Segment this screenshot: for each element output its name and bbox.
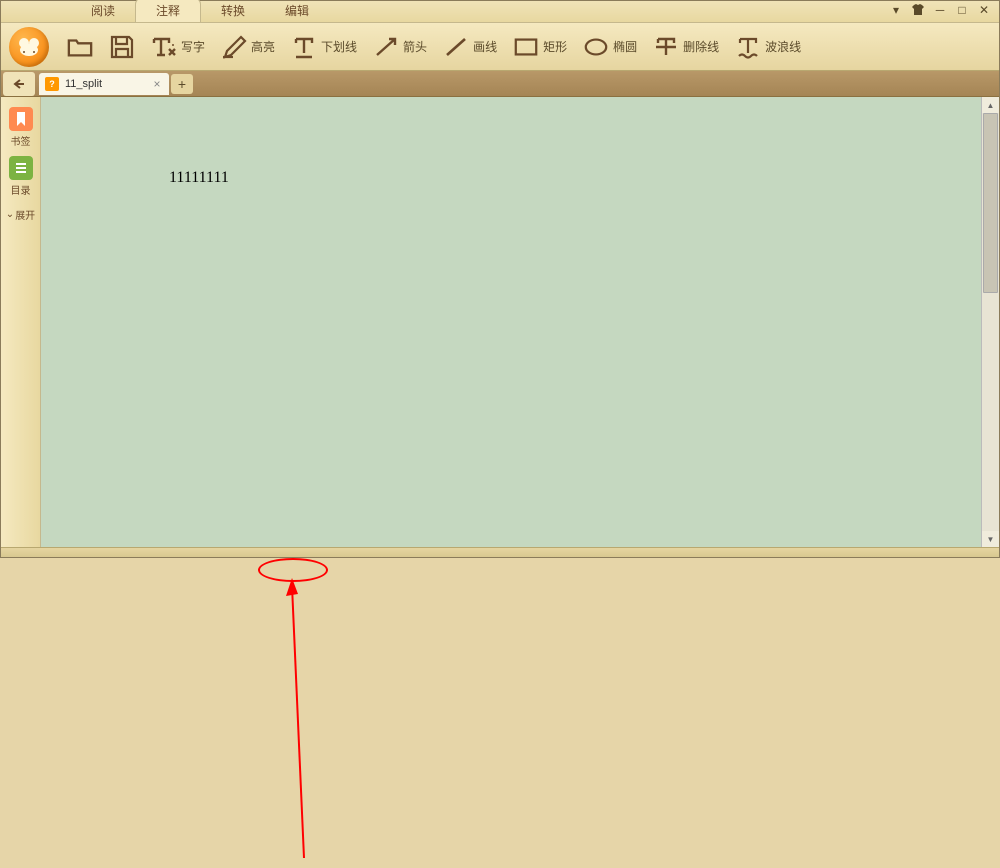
maximize-button[interactable]: □ — [955, 3, 969, 17]
save-icon — [109, 34, 135, 60]
arrow-button[interactable]: 箭头 — [367, 30, 433, 64]
scroll-track[interactable] — [982, 113, 999, 531]
arrow-icon — [373, 34, 399, 60]
side-panel: 书签 目录 ⌄ 展开 — [1, 97, 41, 547]
app-logo[interactable] — [9, 27, 49, 67]
line-button[interactable]: 画线 — [437, 30, 503, 64]
arrow-label: 箭头 — [403, 38, 427, 55]
menu-tab-annotate[interactable]: 注释 — [135, 0, 201, 22]
scroll-down-button[interactable]: ▼ — [982, 531, 999, 547]
menu-tab-read[interactable]: 阅读 — [71, 0, 135, 22]
underline-icon — [291, 34, 317, 60]
save-button[interactable] — [103, 30, 141, 64]
vertical-scrollbar[interactable]: ▲ ▼ — [981, 97, 999, 547]
folder-icon — [67, 34, 93, 60]
bookmark-icon — [9, 107, 33, 131]
write-label: 写字 — [181, 38, 205, 55]
strikeout-button[interactable]: 删除线 — [647, 30, 725, 64]
strikeout-label: 删除线 — [683, 38, 719, 55]
oval-label: 椭圆 — [613, 38, 637, 55]
open-button[interactable] — [61, 30, 99, 64]
text-icon — [151, 34, 177, 60]
annotation-arrow — [278, 578, 318, 868]
sidebar-item-bookmark[interactable]: 书签 — [5, 105, 37, 150]
dropdown-icon[interactable]: ▾ — [889, 3, 903, 17]
strikeout-icon — [653, 34, 679, 60]
wavy-icon — [735, 34, 761, 60]
oval-button[interactable]: 椭圆 — [577, 30, 643, 64]
expand-label: 展开 — [15, 207, 35, 222]
sidebar-expand-button[interactable]: ⌄ 展开 — [6, 207, 35, 222]
document-text: 11111111 — [169, 169, 229, 187]
wavy-label: 波浪线 — [765, 38, 801, 55]
tab-close-button[interactable]: × — [151, 78, 163, 90]
content-area: 11111111 ▲ ▼ — [41, 97, 999, 547]
scroll-thumb[interactable] — [983, 113, 998, 293]
document-tab[interactable]: ? 11_split × — [39, 73, 169, 95]
rect-label: 矩形 — [543, 38, 567, 55]
document-tab-title: 11_split — [65, 78, 145, 90]
underline-button[interactable]: 下划线 — [285, 30, 363, 64]
highlight-label: 高亮 — [251, 38, 275, 55]
rect-icon — [513, 34, 539, 60]
document-page[interactable]: 11111111 — [43, 99, 981, 545]
toolbar: 写字 高亮 下划线 箭头 画线 — [1, 23, 999, 71]
skin-icon[interactable] — [911, 3, 925, 17]
menu-tab-edit[interactable]: 编辑 — [265, 0, 329, 22]
main-area: 书签 目录 ⌄ 展开 11111111 ▲ ▼ — [1, 97, 999, 547]
document-tab-strip: ? 11_split × + — [1, 71, 999, 97]
bookmark-label: 书签 — [11, 133, 31, 148]
annotation-circle — [258, 558, 328, 582]
pdf-icon: ? — [45, 77, 59, 91]
chevron-down-icon: ⌄ — [6, 209, 14, 220]
window-controls: ▾ ─ □ ✕ — [889, 3, 991, 17]
wavy-button[interactable]: 波浪线 — [729, 30, 807, 64]
line-label: 画线 — [473, 38, 497, 55]
tab-add-button[interactable]: + — [171, 74, 193, 94]
line-icon — [443, 34, 469, 60]
toc-label: 目录 — [11, 182, 31, 197]
toc-icon — [9, 156, 33, 180]
close-button[interactable]: ✕ — [977, 3, 991, 17]
menu-tab-convert[interactable]: 转换 — [201, 0, 265, 22]
highlight-button[interactable]: 高亮 — [215, 30, 281, 64]
highlight-icon — [221, 34, 247, 60]
oval-icon — [583, 34, 609, 60]
scroll-up-button[interactable]: ▲ — [982, 97, 999, 113]
menu-tab-bar: 阅读 注释 转换 编辑 ▾ ─ □ ✕ — [1, 1, 999, 23]
nav-back-button[interactable] — [3, 72, 35, 96]
minimize-button[interactable]: ─ — [933, 3, 947, 17]
status-bar — [1, 547, 999, 557]
rect-button[interactable]: 矩形 — [507, 30, 573, 64]
underline-label: 下划线 — [321, 38, 357, 55]
sidebar-item-toc[interactable]: 目录 — [5, 154, 37, 199]
write-button[interactable]: 写字 — [145, 30, 211, 64]
